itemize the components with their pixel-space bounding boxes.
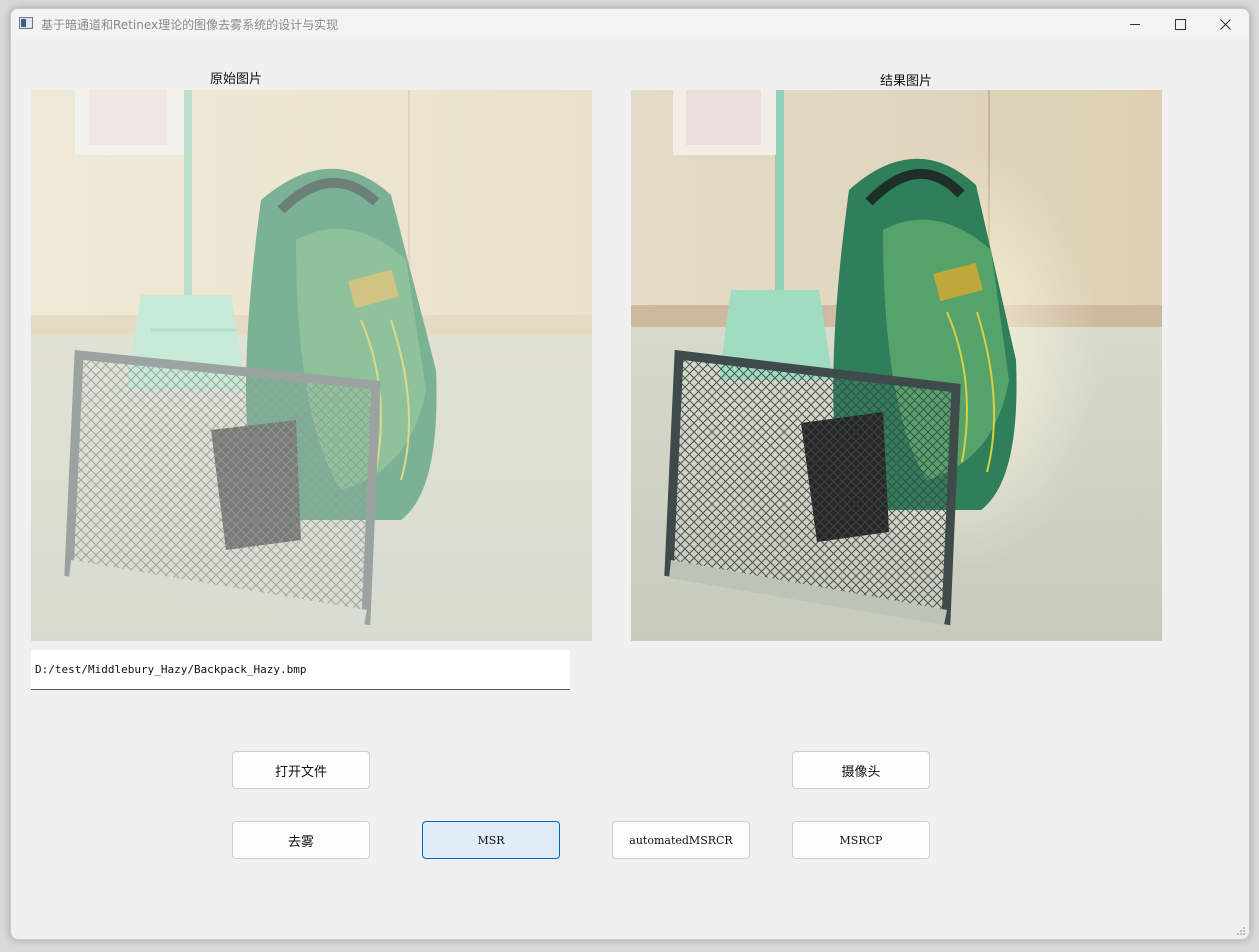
camera-button[interactable]: 摄像头 <box>792 751 930 789</box>
app-icon <box>19 17 33 29</box>
hazy-backpack-photo <box>31 90 592 641</box>
open-file-button[interactable]: 打开文件 <box>232 751 370 789</box>
automated-msrcr-button[interactable]: automatedMSRCR <box>612 821 750 859</box>
result-image-label: 结果图片 <box>880 74 933 89</box>
result-image-view <box>631 90 1162 641</box>
resize-grip-icon[interactable] <box>1236 926 1246 936</box>
dehazed-backpack-photo <box>631 90 1162 641</box>
original-image-label: 原始图片 <box>210 72 263 87</box>
window-title: 基于暗通道和Retinex理论的图像去雾系统的设计与实现 <box>41 18 339 32</box>
maximize-icon <box>1174 18 1186 30</box>
msr-button[interactable]: MSR <box>422 821 560 859</box>
main-window: 基于暗通道和Retinex理论的图像去雾系统的设计与实现 原始图片 结果图片 D… <box>10 8 1250 940</box>
minimize-icon <box>1130 23 1140 25</box>
msrcp-button[interactable]: MSRCP <box>792 821 930 859</box>
file-path-field[interactable] <box>31 650 570 690</box>
maximize-button[interactable] <box>1157 9 1203 39</box>
close-button[interactable] <box>1202 9 1248 39</box>
original-image-view <box>31 90 592 641</box>
title-bar[interactable]: 基于暗通道和Retinex理论的图像去雾系统的设计与实现 <box>11 9 1249 39</box>
minimize-button[interactable] <box>1112 9 1158 39</box>
close-icon <box>1219 18 1231 30</box>
dehaze-button[interactable]: 去雾 <box>232 821 370 859</box>
